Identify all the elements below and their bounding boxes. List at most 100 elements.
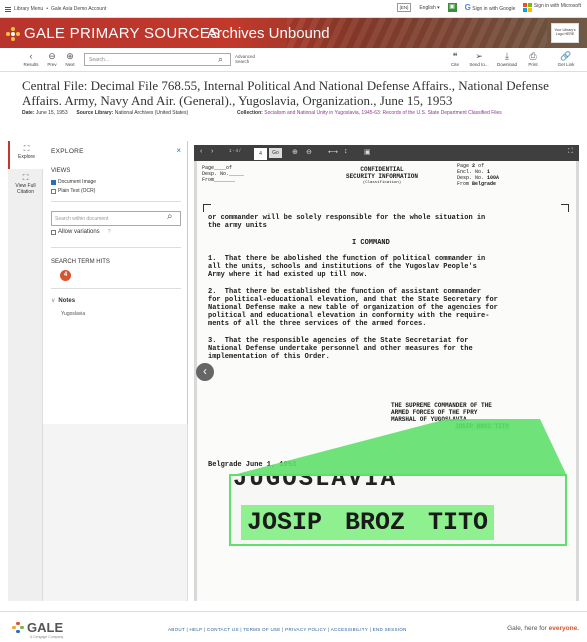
signature-block: THE SUPREME COMMANDER OF THE ARMED FORCE… (391, 402, 510, 430)
explore-header: EXPLORE (51, 148, 84, 155)
classification: CONFIDENTIAL SECURITY INFORMATION (Class… (345, 166, 418, 185)
image-icon[interactable]: ▣ (364, 148, 371, 156)
advanced-search-link[interactable]: Advanced Search (235, 54, 265, 64)
cite-button[interactable]: ❝ Cite (444, 51, 466, 67)
fit-width-icon[interactable]: ⟷ (328, 148, 338, 156)
header-banner: GALE PRIMARY SOURCES Archives Unbound Yo… (0, 18, 587, 48)
note-item[interactable]: Yugoslavia (61, 311, 85, 317)
gale-brand[interactable]: GALE PRIMARY SOURCES (6, 25, 220, 42)
google-icon: G (464, 3, 471, 12)
zoom-highlighted-name: JOSIP BROZ TITO (241, 505, 495, 540)
print-icon: ⎙ (529, 51, 537, 61)
divider (51, 247, 181, 248)
viewer-toolbar: ‹ › 1 - 4 / 4 Go ⊕ ⊖ ⟷ ↕ ▣ ⛶ (194, 145, 579, 161)
go-button[interactable]: Go (269, 148, 282, 158)
language-select[interactable]: English ▾ (419, 5, 439, 11)
footer-tagline: Gale, here for everyone. (507, 625, 579, 632)
collection-link[interactable]: Socialism and National Unity in Yugoslav… (264, 110, 502, 116)
zoom-magnifier: JUGOSLAVIA JOSIP BROZ TITO (229, 474, 567, 546)
search-within-input[interactable]: Search within document (51, 211, 181, 226)
document-metadata: Date: June 15, 1953 Source Library: Nati… (22, 110, 502, 116)
chevron-left-icon: ‹ (29, 51, 33, 61)
library-menu-link[interactable]: Library Menu (14, 6, 43, 12)
plain-text-option[interactable]: Plain Text (OCR) (51, 188, 95, 194)
google-classroom-icon[interactable]: ▣ (447, 3, 457, 12)
search-icon[interactable]: ⌕ (218, 54, 223, 65)
top-utility-bar: Library Menu • Gale Asia Demo Account [E… (0, 0, 587, 18)
paragraph: 2. That there be established the functio… (208, 288, 498, 328)
checkbox-checked-icon (51, 179, 56, 185)
microsoft-icon (523, 3, 533, 12)
checkbox-icon (51, 229, 56, 235)
fit-height-icon[interactable]: ↕ (344, 148, 348, 155)
menu-icon[interactable] (5, 6, 11, 12)
document-viewer: ‹ › 1 - 4 / 4 Go ⊕ ⊖ ⟷ ↕ ▣ ⛶ Page____of … (194, 145, 579, 601)
search-term-hits-label: SEARCH TERM HITS (51, 259, 110, 265)
send-to-button[interactable]: ➢ Send to... (468, 51, 490, 67)
microsoft-signin[interactable]: Sign in with Microsoft (523, 3, 581, 12)
zoom-top-text: JUGOSLAVIA (233, 474, 398, 493)
fullscreen-icon[interactable]: ⛶ (568, 148, 573, 156)
send-icon: ➢ (475, 51, 483, 61)
gale-logo-icon (12, 621, 24, 634)
notes-toggle[interactable]: ∨ Notes (51, 297, 75, 304)
page-range: 1 - 4 / (229, 148, 241, 153)
chevron-left-icon[interactable]: ‹ (200, 148, 202, 155)
chevron-right-icon[interactable]: › (211, 148, 213, 155)
link-icon: 🔗 (560, 51, 572, 61)
get-link-button[interactable]: 🔗 Get Link (555, 51, 577, 67)
chevron-down-icon: ∨ (51, 298, 56, 304)
paragraph: 3. That the responsible agencies of the … (208, 337, 473, 361)
arrow-right-circle-icon: ⊕ (66, 51, 74, 61)
gale-logo-icon (6, 26, 20, 41)
scan-header-right: Page 2 of Encl. No. 1 Desp. No. 100A Fro… (457, 163, 500, 187)
results-button[interactable]: ‹ Results (20, 51, 42, 67)
account-name: Gale Asia Demo Account (50, 6, 107, 12)
page-title: Central File: Decimal File 768.55, Inter… (22, 78, 549, 108)
corner-mark (203, 204, 211, 212)
next-button[interactable]: ⊕ Next (59, 51, 81, 67)
previous-page-icon[interactable]: ‹ (196, 363, 214, 381)
views-label: VIEWS (51, 168, 71, 174)
document-image-option[interactable]: Document Image (51, 179, 96, 185)
close-icon[interactable]: × (176, 146, 181, 155)
print-button[interactable]: ⎙ Print (522, 51, 544, 67)
search-input[interactable]: Search... (84, 53, 231, 66)
download-button[interactable]: ⤓ Download (496, 51, 518, 67)
library-logo: Your Library's Logo HERE (551, 23, 579, 43)
corner-mark (561, 204, 569, 212)
download-icon: ⤓ (505, 51, 509, 61)
collection-name[interactable]: Archives Unbound (207, 25, 330, 42)
zoom-in-icon[interactable]: ⊕ (292, 148, 298, 156)
paragraph: I COMMAND (352, 239, 390, 247)
explore-tab[interactable]: ⛶ Explore (8, 141, 43, 169)
toolbar: ‹ Results ⊖ Prev ⊕ Next Search... ⌕ Advance… (0, 48, 587, 72)
view-full-citation-tab[interactable]: ⛶ View Full Citation (8, 173, 43, 201)
search-icon[interactable]: ⌕ (167, 211, 173, 222)
footer: GALE A Cengage Company ABOUT | HELP | CO… (0, 611, 587, 642)
hit-count-badge[interactable]: 4 (60, 270, 71, 281)
brand-name: GALE PRIMARY SOURCES (24, 25, 221, 42)
divider (51, 201, 181, 202)
explore-icon: ⛶ (23, 144, 30, 153)
panel-filler (43, 424, 188, 601)
zoom-out-icon[interactable]: ⊖ (306, 148, 312, 156)
source-library: National Archives (United States) (114, 110, 189, 116)
footer-links[interactable]: ABOUT | HELP | CONTACT US | TERMS OF USE… (168, 627, 407, 632)
language-badge: [EN] (396, 3, 412, 12)
page-input[interactable]: 4 (254, 148, 267, 160)
paragraph: 1. That there be abolished the function … (208, 255, 486, 279)
scan-header-left: Page____of Desp. No._____ From_______ (202, 165, 245, 183)
google-signin[interactable]: G Sign in with Google (465, 3, 516, 12)
divider (51, 288, 181, 289)
help-icon[interactable]: ? (108, 229, 111, 235)
explore-panel: EXPLORE × VIEWS Document Image Plain Tex… (43, 141, 188, 424)
highlighted-name: JOSIP BROZ TITO (455, 423, 510, 430)
footer-logo[interactable]: GALE A Cengage Company (12, 620, 63, 639)
left-rail: ⛶ Explore ⛶ View Full Citation (8, 141, 43, 601)
allow-variations-option[interactable]: Allow variations? (51, 229, 110, 235)
quote-icon: ❝ (452, 51, 458, 61)
paragraph: or commander will be solely responsible … (208, 214, 486, 230)
doc-date: June 15, 1953 (35, 110, 68, 116)
citation-icon: ⛶ (22, 173, 29, 182)
